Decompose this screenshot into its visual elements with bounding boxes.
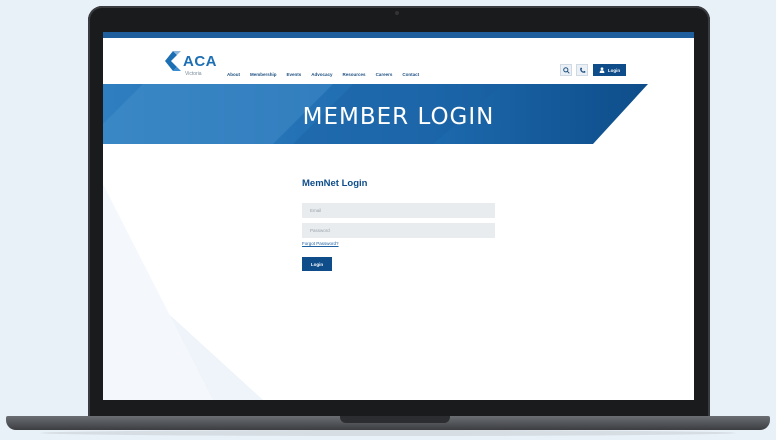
page-title: MEMBER LOGIN [302,104,495,130]
nav-item-about[interactable]: About [227,72,240,77]
phone-button[interactable] [576,64,588,76]
nav-item-membership[interactable]: Membership [250,72,277,77]
form-title: MemNet Login [302,178,368,189]
camera [395,11,399,15]
nav-item-careers[interactable]: Careers [376,72,393,77]
search-button[interactable] [560,64,572,76]
login-submit-button[interactable]: Login [302,257,332,271]
forgot-password-link[interactable]: Forgot Password? [302,241,339,246]
email-field[interactable]: Email [302,203,495,218]
user-icon [599,67,605,73]
header-login-button[interactable]: Login [593,64,626,76]
login-submit-label: Login [310,261,324,267]
email-placeholder: Email [310,208,322,213]
site-logo[interactable]: ACA Victoria [163,46,223,80]
background-decoration [103,184,263,400]
logo-text: ACA [183,53,217,70]
laptop-shadow [40,430,736,436]
laptop-screen: ACA Victoria About Membership Events Adv… [103,32,694,400]
phone-icon [579,67,585,73]
search-icon [562,66,570,74]
nav-item-resources[interactable]: Resources [343,72,366,77]
header-login-label: Login [607,67,621,73]
nav-item-advocacy[interactable]: Advocacy [311,72,332,77]
main-nav: About Membership Events Advocacy Resourc… [227,72,419,77]
logo-mark-icon [165,51,181,71]
laptop-notch [340,416,450,423]
nav-item-contact[interactable]: Contact [402,72,419,77]
nav-item-events[interactable]: Events [287,72,302,77]
password-placeholder: Password [310,228,330,233]
logo-subtext: Victoria [185,71,202,77]
site-header: ACA Victoria About Membership Events Adv… [103,38,694,84]
password-field[interactable]: Password [302,223,495,238]
